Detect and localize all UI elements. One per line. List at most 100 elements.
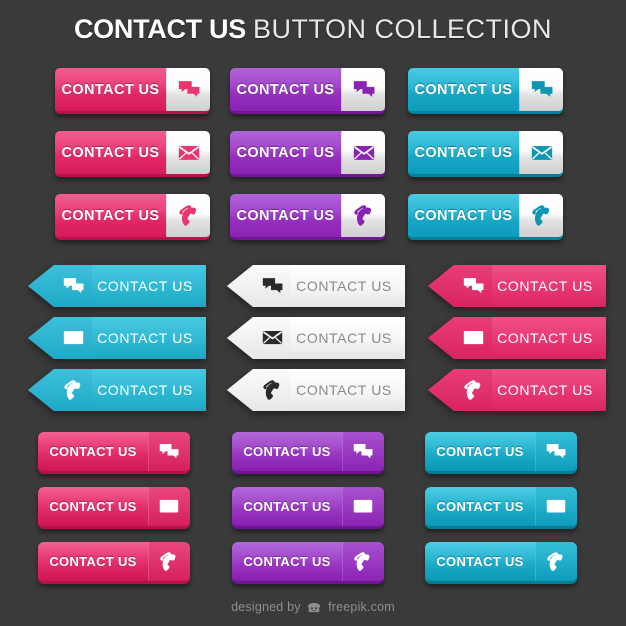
contact-us-button-pink-chat[interactable]: CONTACT US: [55, 68, 210, 114]
button-label-area: CONTACT US: [425, 444, 535, 459]
button-label-area: CONTACT US: [55, 194, 166, 237]
button-label: CONTACT US: [236, 144, 335, 161]
button-label-area: CONTACT US: [230, 194, 341, 237]
contact-us-pill-teal-chat[interactable]: CONTACT US: [425, 432, 577, 474]
contact-us-button-teal-phone[interactable]: CONTACT US: [408, 194, 563, 240]
chat-bubbles-icon: [341, 68, 385, 111]
button-cell: CONTACT US: [227, 265, 405, 307]
button-label: CONTACT US: [97, 330, 193, 346]
button-label: CONTACT US: [414, 207, 513, 224]
chat-bubbles-icon: [227, 265, 291, 307]
contact-us-pill-purple-phone[interactable]: CONTACT US: [232, 542, 384, 584]
button-label-area: CONTACT US: [55, 131, 166, 174]
contact-us-ribbon-teal-phone[interactable]: CONTACT US: [28, 369, 206, 411]
button-label: CONTACT US: [243, 499, 331, 514]
contact-us-ribbon-white-phone[interactable]: CONTACT US: [227, 369, 405, 411]
button-label: CONTACT US: [414, 144, 513, 161]
button-label: CONTACT US: [61, 207, 160, 224]
contact-us-button-pink-phone[interactable]: CONTACT US: [55, 194, 210, 240]
button-cell: CONTACT US: [38, 542, 190, 584]
phone-handset-icon: [535, 542, 577, 581]
chat-bubbles-icon: [535, 432, 577, 471]
contact-us-ribbon-white-mail[interactable]: CONTACT US: [227, 317, 405, 359]
phone-handset-icon: [342, 542, 384, 581]
envelope-icon: [148, 487, 190, 526]
button-group-solid-pill: CONTACT US CONTACT US CONTACT US CONTACT US…: [0, 432, 626, 617]
button-label: CONTACT US: [236, 207, 335, 224]
button-cell: CONTACT US: [428, 369, 606, 411]
footer-brand: freepik.com: [328, 600, 395, 614]
button-label-area: CONTACT US: [425, 554, 535, 569]
button-cell: CONTACT US: [230, 68, 385, 114]
contact-us-pill-purple-chat[interactable]: CONTACT US: [232, 432, 384, 474]
button-cell: CONTACT US: [28, 317, 206, 359]
phone-handset-icon: [166, 194, 210, 237]
contact-us-ribbon-pink-mail[interactable]: CONTACT US: [428, 317, 606, 359]
button-cell: CONTACT US: [230, 131, 385, 177]
button-label: CONTACT US: [49, 554, 137, 569]
footer-attribution: designed by freepik.com: [0, 600, 626, 616]
button-cell: CONTACT US: [38, 487, 190, 529]
button-label-area: CONTACT US: [38, 499, 148, 514]
button-label: CONTACT US: [436, 444, 524, 459]
button-cell: CONTACT US: [55, 194, 210, 240]
button-cell: CONTACT US: [55, 68, 210, 114]
button-cell: CONTACT US: [232, 432, 384, 474]
button-label: CONTACT US: [49, 499, 137, 514]
button-label: CONTACT US: [436, 499, 524, 514]
button-label-area: CONTACT US: [425, 499, 535, 514]
contact-us-pill-teal-mail[interactable]: CONTACT US: [425, 487, 577, 529]
button-label: CONTACT US: [97, 382, 193, 398]
contact-us-button-purple-phone[interactable]: CONTACT US: [230, 194, 385, 240]
contact-us-button-pink-mail[interactable]: CONTACT US: [55, 131, 210, 177]
button-label-area: CONTACT US: [55, 68, 166, 111]
contact-us-button-purple-chat[interactable]: CONTACT US: [230, 68, 385, 114]
contact-us-button-teal-chat[interactable]: CONTACT US: [408, 68, 563, 114]
page-title: CONTACT US BUTTON COLLECTION: [0, 14, 626, 45]
button-label-area: CONTACT US: [38, 444, 148, 459]
contact-us-ribbon-pink-chat[interactable]: CONTACT US: [428, 265, 606, 307]
button-label: CONTACT US: [243, 444, 331, 459]
button-label-area: CONTACT US: [408, 194, 519, 237]
contact-us-ribbon-teal-chat[interactable]: CONTACT US: [28, 265, 206, 307]
contact-us-ribbon-white-chat[interactable]: CONTACT US: [227, 265, 405, 307]
envelope-icon: [341, 131, 385, 174]
page-title-light: BUTTON COLLECTION: [252, 14, 553, 44]
button-cell: CONTACT US: [232, 487, 384, 529]
chat-bubbles-icon: [148, 432, 190, 471]
phone-handset-icon: [28, 369, 92, 411]
envelope-icon: [166, 131, 210, 174]
poster-canvas: CONTACT US BUTTON COLLECTION CONTACT US CO…: [0, 0, 626, 626]
button-label: CONTACT US: [296, 330, 392, 346]
contact-us-pill-pink-chat[interactable]: CONTACT US: [38, 432, 190, 474]
chat-bubbles-icon: [519, 68, 563, 111]
button-label-area: CONTACT US: [230, 131, 341, 174]
button-cell: CONTACT US: [425, 487, 577, 529]
contact-us-pill-pink-mail[interactable]: CONTACT US: [38, 487, 190, 529]
button-label: CONTACT US: [61, 81, 160, 98]
button-cell: CONTACT US: [28, 265, 206, 307]
contact-us-button-purple-mail[interactable]: CONTACT US: [230, 131, 385, 177]
envelope-icon: [428, 317, 492, 359]
footer-prefix: designed by: [231, 600, 301, 614]
button-label: CONTACT US: [497, 382, 593, 398]
chat-bubbles-icon: [342, 432, 384, 471]
envelope-icon: [519, 131, 563, 174]
contact-us-pill-teal-phone[interactable]: CONTACT US: [425, 542, 577, 584]
button-label: CONTACT US: [296, 278, 392, 294]
button-cell: CONTACT US: [38, 432, 190, 474]
contact-us-ribbon-teal-mail[interactable]: CONTACT US: [28, 317, 206, 359]
contact-us-button-teal-mail[interactable]: CONTACT US: [408, 131, 563, 177]
button-label: CONTACT US: [97, 278, 193, 294]
phone-handset-icon: [227, 369, 291, 411]
button-cell: CONTACT US: [227, 317, 405, 359]
chat-bubbles-icon: [166, 68, 210, 111]
button-label: CONTACT US: [49, 444, 137, 459]
button-cell: CONTACT US: [230, 194, 385, 240]
phone-handset-icon: [428, 369, 492, 411]
button-group-split-white-panel: CONTACT US CONTACT US CONTACT US CONTACT US…: [0, 68, 626, 277]
contact-us-pill-pink-phone[interactable]: CONTACT US: [38, 542, 190, 584]
contact-us-ribbon-pink-phone[interactable]: CONTACT US: [428, 369, 606, 411]
contact-us-pill-purple-mail[interactable]: CONTACT US: [232, 487, 384, 529]
button-label: CONTACT US: [497, 330, 593, 346]
